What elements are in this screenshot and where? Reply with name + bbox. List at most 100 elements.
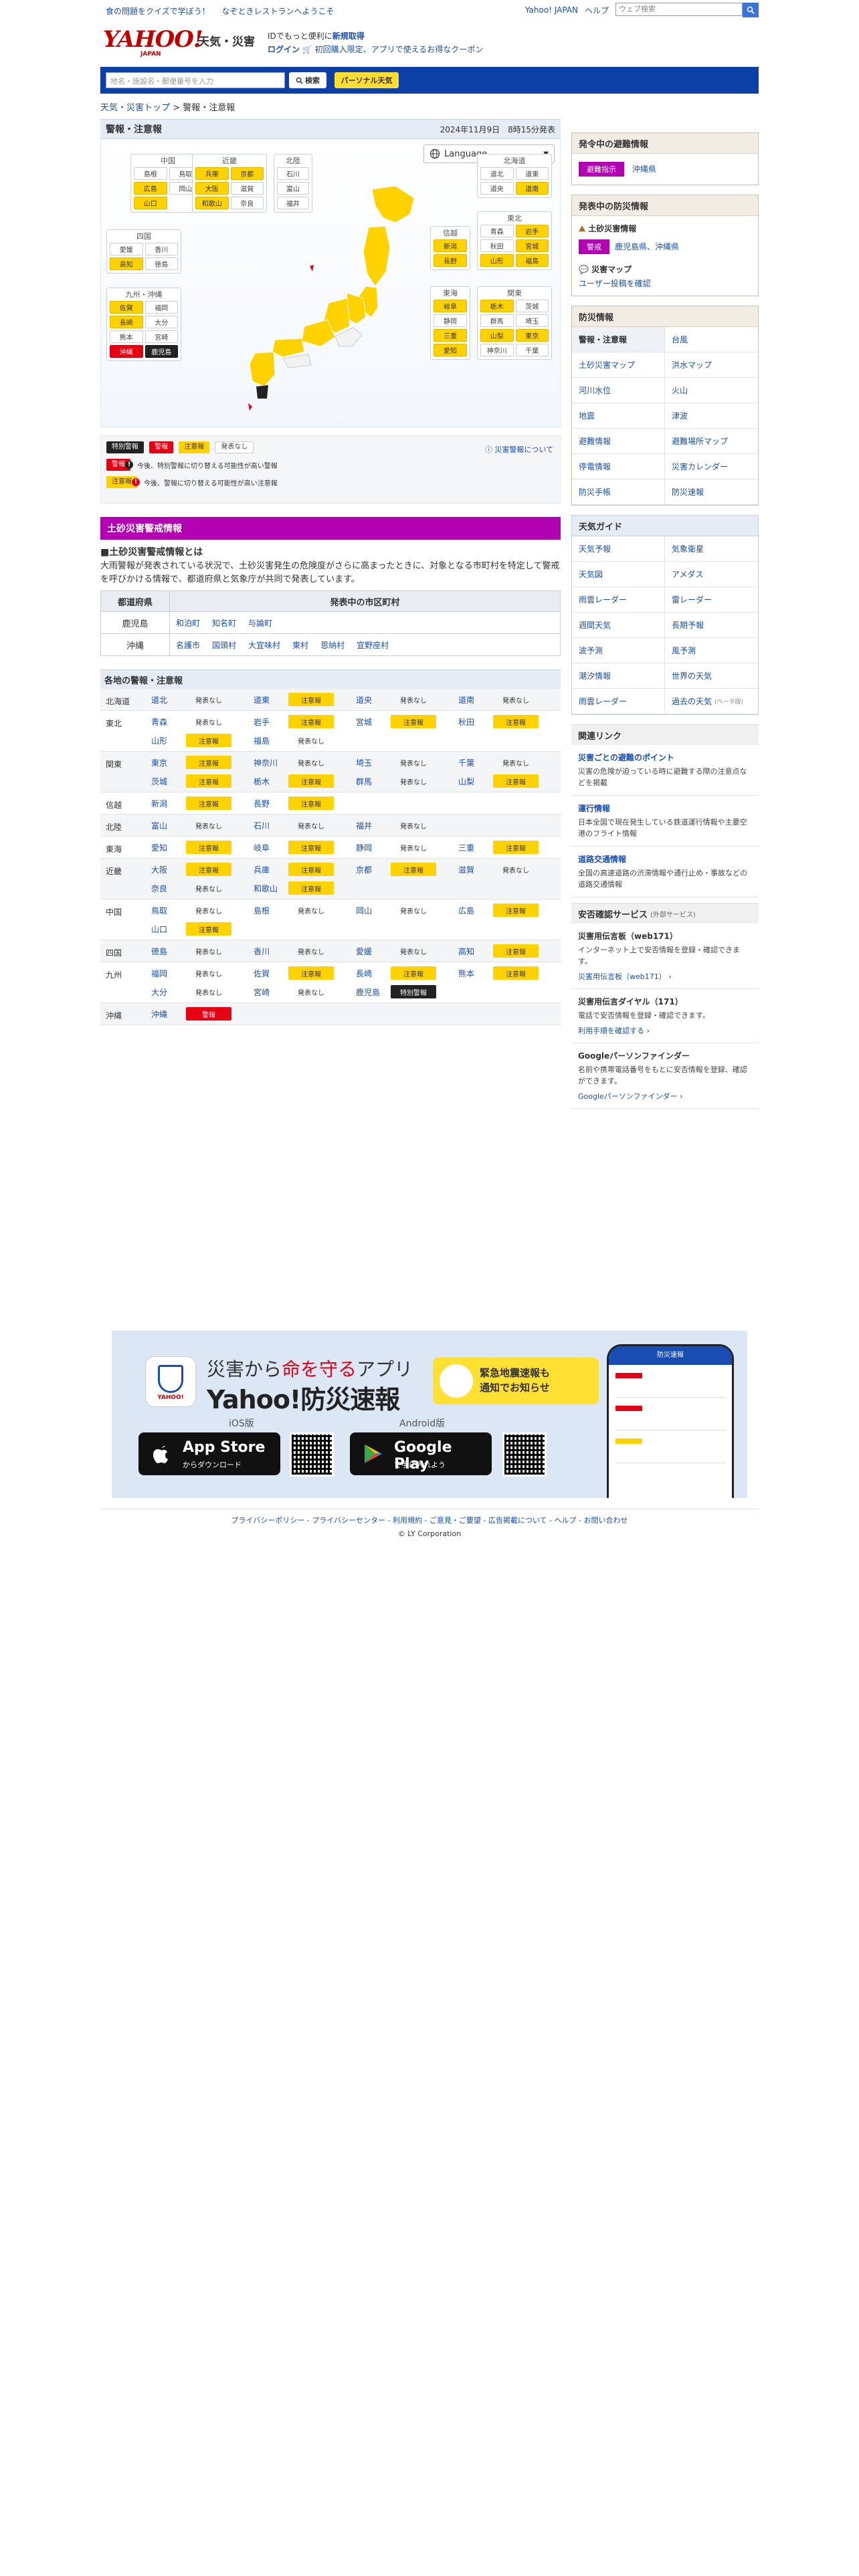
region-cell[interactable]: 道央 — [480, 182, 514, 195]
weather-guide-link[interactable]: 潮汐情報 — [572, 663, 665, 689]
pref-link[interactable]: 群馬 — [356, 776, 391, 787]
bosai-info-link[interactable]: 災害カレンダー — [665, 454, 758, 479]
pref-link[interactable]: 道南 — [458, 694, 493, 706]
pref-link[interactable]: 道東 — [254, 694, 288, 706]
pref-link[interactable]: 佐賀 — [254, 968, 288, 979]
warn-link[interactable]: 鹿児島県、沖縄県 — [615, 242, 679, 251]
region-cell[interactable]: 千葉 — [515, 344, 549, 356]
pref-link[interactable]: 大阪 — [151, 864, 186, 875]
weather-guide-link[interactable]: 長期予報 — [665, 613, 758, 638]
app-store-button[interactable]: App Store からダウンロード — [138, 1432, 280, 1475]
weather-guide-link[interactable]: 波予測 — [572, 638, 665, 663]
bosai-info-link[interactable]: 火山 — [665, 378, 758, 403]
region-cell[interactable]: 福岡 — [145, 301, 178, 314]
pref-link[interactable]: 新潟 — [151, 798, 186, 809]
city-link[interactable]: 与論町 — [248, 619, 272, 628]
weather-guide-link[interactable]: 雨雲レーダー — [572, 689, 665, 714]
promo-link[interactable]: なぞときレストランへようこそ — [221, 7, 334, 16]
google-play-button[interactable]: Google Play で手に入れよう — [350, 1432, 492, 1475]
pref-link[interactable]: 兵庫 — [254, 864, 288, 875]
region-cell[interactable]: 長崎 — [110, 316, 143, 328]
location-search-input[interactable]: 地名・施設名・郵便番号を入力 — [106, 72, 285, 88]
pref-link[interactable]: 青森 — [151, 716, 186, 728]
pref-link[interactable]: 栃木 — [254, 776, 288, 787]
pref-link[interactable]: 愛知 — [151, 842, 186, 853]
map-link[interactable]: ユーザー投稿を確認 — [579, 279, 651, 288]
region-cell[interactable]: 道北 — [480, 167, 514, 180]
bosai-info-link[interactable]: 防災速報 — [665, 479, 758, 505]
pref-link[interactable]: 三重 — [458, 842, 493, 853]
bosai-info-link[interactable]: 地震 — [572, 403, 665, 429]
pref-link[interactable]: 和歌山 — [254, 883, 288, 894]
pref-link[interactable]: 福岡 — [151, 968, 186, 979]
promo-link[interactable]: 食の問題をクイズで学ぼう！ — [106, 7, 210, 16]
pref-link[interactable]: 道北 — [151, 694, 186, 706]
region-cell[interactable]: 香川 — [145, 243, 178, 255]
region-cell[interactable]: 神奈川 — [480, 344, 514, 356]
bosai-info-link[interactable]: 洪水マップ — [665, 352, 758, 378]
related-link[interactable]: 災害ごとの避難のポイント — [578, 752, 752, 763]
coupon-link[interactable]: 初回購入限定、アプリで使えるお得なクーポン — [315, 45, 484, 54]
city-link[interactable]: 国頭村 — [212, 641, 236, 650]
pref-link[interactable]: 宮城 — [356, 716, 391, 728]
weather-guide-link[interactable]: 気象衛星 — [665, 536, 758, 562]
city-link[interactable]: 恩納村 — [320, 641, 345, 650]
region-cell[interactable]: 群馬 — [480, 314, 514, 327]
pref-link[interactable]: 道央 — [356, 694, 391, 706]
bosai-info-link[interactable]: 津波 — [665, 403, 758, 429]
region-cell[interactable]: 兵庫 — [195, 167, 229, 180]
pref-link[interactable]: 奈良 — [151, 883, 186, 894]
region-cell[interactable]: 道南 — [515, 182, 549, 195]
weather-guide-link[interactable]: 週間天気 — [572, 613, 665, 638]
pref-link[interactable]: 宮崎 — [254, 986, 288, 998]
pref-link[interactable]: 福井 — [356, 820, 391, 831]
pref-link[interactable]: 沖縄 — [151, 1008, 186, 1020]
weather-guide-link[interactable]: 風予測 — [665, 638, 758, 663]
pref-link[interactable]: 岡山 — [356, 905, 391, 916]
region-cell[interactable]: 沖縄 — [110, 345, 143, 358]
bosai-info-link[interactable]: 避難情報 — [572, 429, 665, 454]
pref-link[interactable]: 長崎 — [356, 968, 391, 979]
weather-guide-link[interactable]: 過去の天気 (ベータ版) — [665, 689, 758, 714]
region-cell[interactable]: 東京 — [515, 329, 549, 342]
pref-link[interactable]: 福島 — [254, 735, 288, 746]
pref-link[interactable]: 京都 — [356, 864, 391, 875]
city-link[interactable]: 宜野座村 — [357, 641, 389, 650]
city-link[interactable]: 知名町 — [212, 619, 236, 628]
related-link[interactable]: 運行情報 — [578, 802, 752, 814]
region-cell[interactable]: 岐阜 — [434, 300, 467, 312]
region-cell[interactable]: 岩手 — [515, 225, 549, 237]
region-cell[interactable]: 鹿児島 — [145, 345, 178, 358]
weather-guide-link[interactable]: 天気予報 — [572, 536, 665, 562]
japan-map[interactable] — [235, 186, 436, 413]
city-link[interactable]: 大宜味村 — [248, 641, 280, 650]
pref-link[interactable]: 岩手 — [254, 716, 288, 728]
pref-link[interactable]: 島根 — [254, 905, 288, 916]
pref-link[interactable]: 長野 — [254, 798, 288, 809]
login-link[interactable]: ログイン — [268, 45, 300, 54]
about-warnings-link[interactable]: ⓘ 災害警報について — [485, 444, 553, 455]
region-cell[interactable]: 奈良 — [230, 197, 264, 209]
region-cell[interactable]: 福島 — [515, 254, 549, 267]
region-cell[interactable]: 大分 — [145, 316, 178, 328]
region-cell[interactable]: 栃木 — [480, 300, 514, 312]
region-cell[interactable]: 愛知 — [434, 344, 467, 356]
related-item[interactable]: 道路交通情報 全国の高速道路の渋滞情報や通行止め・事故などの道路交通情報 — [571, 847, 759, 897]
yahoo-logo[interactable]: YAHOO! JAPAN — [103, 28, 203, 58]
region-cell[interactable]: 愛媛 — [110, 243, 143, 255]
web-search-input[interactable]: ウェブ検索 — [615, 3, 743, 16]
region-cell[interactable]: 島根 — [134, 167, 167, 180]
region-cell[interactable]: 佐賀 — [110, 301, 143, 314]
evac-link[interactable]: 沖縄県 — [632, 165, 656, 174]
region-cell[interactable]: 山梨 — [480, 329, 514, 342]
pref-link[interactable]: 千葉 — [458, 757, 493, 768]
bosai-info-link[interactable]: 土砂災害マップ — [572, 352, 665, 378]
region-cell[interactable]: 高知 — [110, 257, 143, 270]
help-link[interactable]: ヘルプ — [585, 5, 609, 16]
safety-item-link[interactable]: 災害用伝言板（web171） › — [578, 971, 752, 982]
bosai-info-link[interactable]: 停電情報 — [572, 454, 665, 479]
region-cell[interactable]: 大阪 — [195, 182, 229, 195]
pref-link[interactable]: 愛媛 — [356, 946, 391, 957]
region-cell[interactable]: 埼玉 — [515, 314, 549, 327]
personal-weather-button[interactable]: パーソナル天気 — [335, 72, 399, 88]
